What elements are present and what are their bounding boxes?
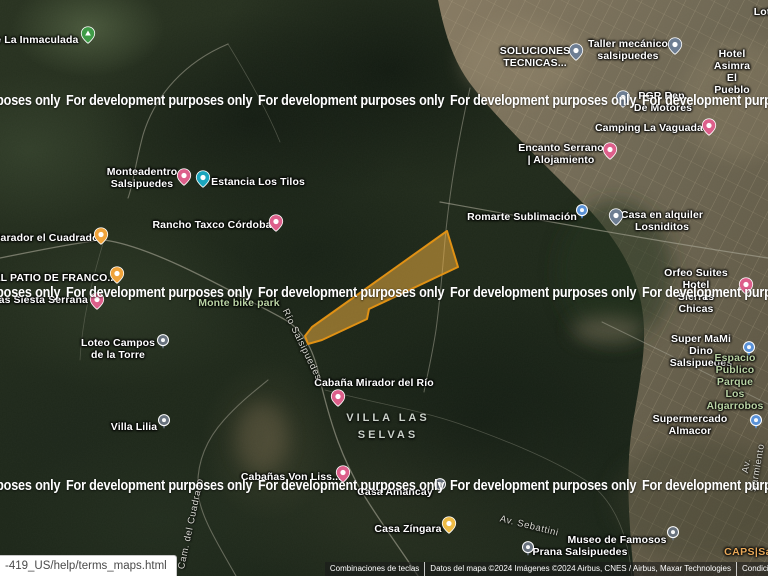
development-watermark: For development purposes only — [642, 478, 768, 494]
development-watermark: For development purposes only — [642, 93, 768, 109]
development-watermark: For development purposes only — [66, 285, 253, 301]
keyboard-shortcuts-link[interactable]: Combinaciones de teclas — [324, 562, 425, 576]
development-watermark: For development purposes only — [450, 285, 637, 301]
development-watermark: For development purposes only — [0, 285, 61, 301]
development-watermark: For development purposes only — [66, 478, 253, 494]
development-watermark: For development purposes only — [258, 478, 445, 494]
development-watermark: For development purposes only — [642, 285, 768, 301]
watermark-layer: For development purposes only For develop… — [0, 0, 768, 576]
status-url-tooltip: -419_US/help/terms_maps.html — [0, 555, 177, 576]
attribution-bar: Combinaciones de teclas Datos del mapa ©… — [324, 562, 768, 576]
development-watermark: For development purposes only — [258, 93, 445, 109]
development-watermark: For development purposes only — [450, 93, 637, 109]
development-watermark: For development purposes only — [66, 93, 253, 109]
terms-link[interactable]: Condiciones — [736, 562, 768, 576]
map-canvas[interactable]: De La InmaculadaLoteSOLUCIONES TECNICAS.… — [0, 0, 768, 576]
development-watermark: For development purposes only — [258, 285, 445, 301]
development-watermark: For development purposes only — [0, 478, 61, 494]
map-data-attribution-link[interactable]: Datos del mapa ©2024 Imágenes ©2024 Airb… — [424, 562, 736, 576]
development-watermark: For development purposes only — [0, 93, 61, 109]
development-watermark: For development purposes only — [450, 478, 637, 494]
